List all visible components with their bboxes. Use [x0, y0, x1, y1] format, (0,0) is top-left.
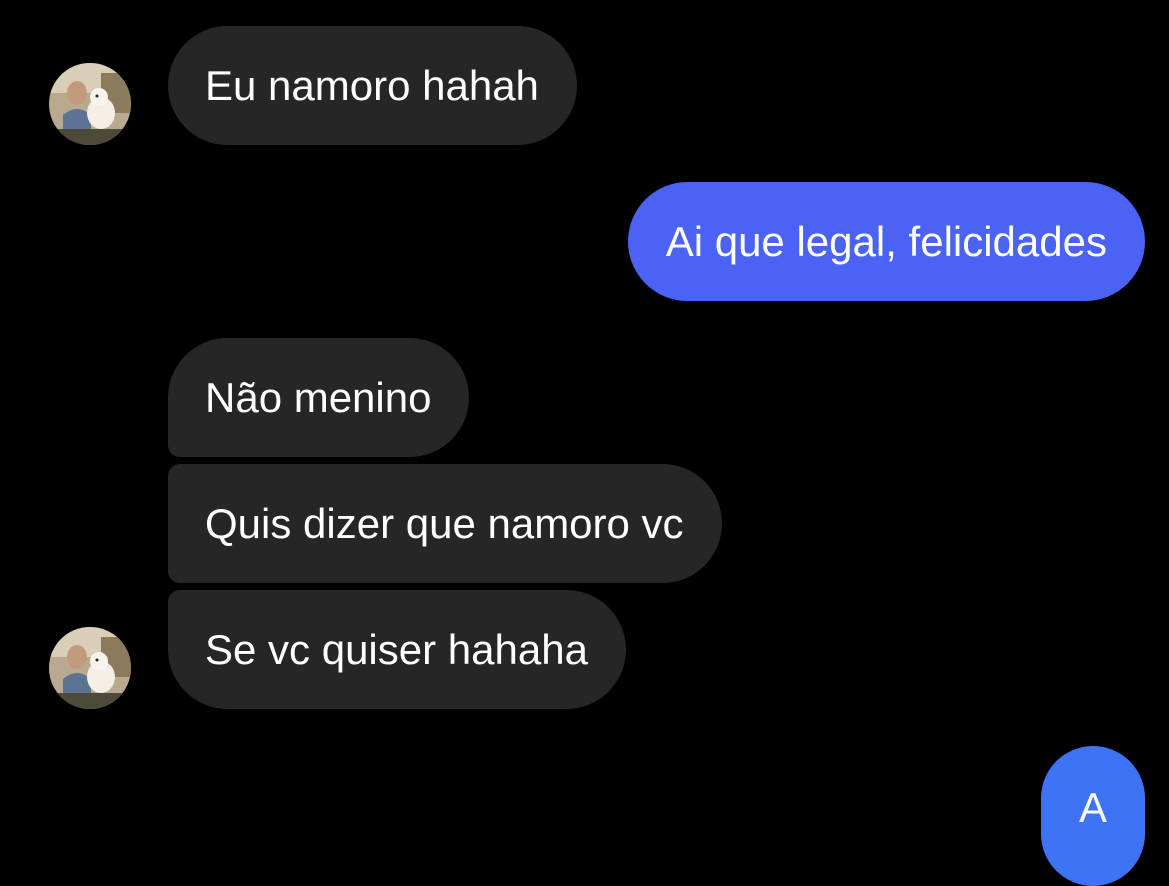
outgoing-message[interactable]: Ai que legal, felicidades — [627, 182, 1145, 301]
incoming-message[interactable]: Não menino — [168, 338, 470, 457]
outgoing-message[interactable]: A — [1040, 746, 1145, 886]
incoming-message[interactable]: Quis dizer que namoro vc — [168, 464, 722, 583]
message-text: A — [1078, 784, 1107, 831]
avatar-photo-icon — [49, 627, 131, 709]
message-text: Não menino — [205, 373, 432, 421]
message-thread: Eu namoro hahah Ai que legal, felicidade… — [0, 0, 1169, 886]
incoming-message[interactable]: Eu namoro hahah — [168, 26, 577, 145]
message-text: Ai que legal, felicidades — [665, 217, 1107, 265]
message-text: Eu namoro hahah — [205, 61, 539, 109]
incoming-message[interactable]: Se vc quiser hahaha — [168, 590, 626, 709]
contact-avatar[interactable] — [49, 627, 131, 709]
message-text: Quis dizer que namoro vc — [205, 499, 684, 547]
contact-avatar[interactable] — [49, 63, 131, 145]
message-text: Se vc quiser hahaha — [205, 625, 588, 673]
avatar-photo-icon — [49, 63, 131, 145]
